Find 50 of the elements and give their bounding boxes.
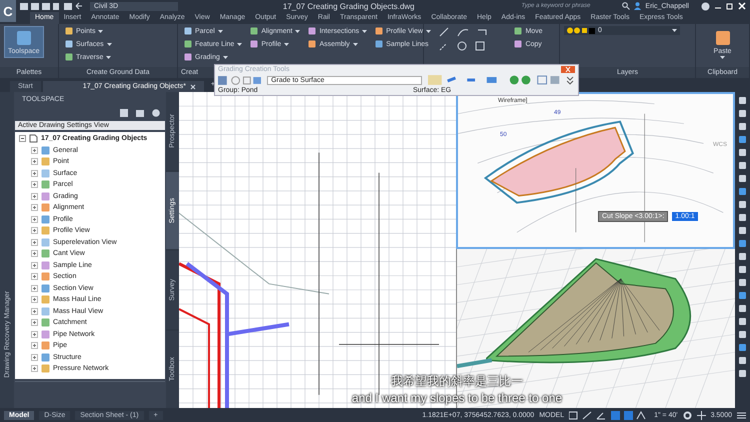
caret-icon xyxy=(672,29,677,32)
expand-icon[interactable] xyxy=(31,308,38,315)
app-logo[interactable]: C xyxy=(0,0,16,22)
caret-icon xyxy=(362,30,368,32)
expand-icon[interactable] xyxy=(31,181,38,188)
expand-icon[interactable] xyxy=(31,238,38,246)
toolspace-tool-icons[interactable] xyxy=(120,109,160,117)
collapse-icon[interactable] xyxy=(19,135,26,142)
expand-icon[interactable] xyxy=(31,354,38,361)
expand-icon[interactable] xyxy=(31,296,38,304)
expand-icon[interactable] xyxy=(31,250,38,258)
tool-icon xyxy=(714,29,732,47)
search-icon[interactable] xyxy=(622,2,630,10)
expand-icon[interactable] xyxy=(31,204,38,212)
grading-tool-icons[interactable] xyxy=(218,76,262,84)
expand-icon[interactable] xyxy=(31,216,38,223)
layer-state-icons xyxy=(567,27,595,34)
expand-icon[interactable] xyxy=(31,262,38,269)
expand-icon[interactable] xyxy=(31,342,38,350)
caret-icon xyxy=(98,30,104,32)
caret-icon xyxy=(218,30,223,32)
caret-icon xyxy=(720,56,725,59)
expand-icon[interactable] xyxy=(31,273,38,280)
expand-icon[interactable] xyxy=(31,158,38,166)
caret-icon xyxy=(352,42,358,46)
expand-icon[interactable] xyxy=(31,330,38,338)
caret-icon xyxy=(106,42,112,46)
subtitle-english: and I want my slopes to be three to one xyxy=(352,391,562,405)
caret-icon xyxy=(284,42,290,46)
caret-icon xyxy=(295,30,300,32)
grading-command-icons[interactable] xyxy=(428,75,576,85)
user-icon xyxy=(634,2,642,10)
expand-icon[interactable] xyxy=(31,319,38,326)
expand-icon[interactable] xyxy=(31,170,38,177)
caret-icon xyxy=(237,42,242,46)
expand-icon[interactable] xyxy=(31,146,38,154)
expand-icon[interactable] xyxy=(31,192,38,200)
caret-icon xyxy=(106,56,112,58)
tool-icon xyxy=(14,29,33,47)
menu-icon[interactable] xyxy=(737,410,746,420)
window-title: 17_07 Creating Grading Objects.dwg xyxy=(282,2,416,10)
expand-icon[interactable] xyxy=(31,365,38,372)
restore-icon[interactable] xyxy=(726,2,734,10)
caret-icon xyxy=(222,56,228,58)
expand-icon[interactable] xyxy=(31,227,38,234)
expand-icon[interactable] xyxy=(31,284,38,292)
subtitle-chinese: 我希望我的斜率是三比一 xyxy=(391,373,523,390)
close-icon[interactable] xyxy=(190,84,196,90)
caret-icon xyxy=(426,30,431,32)
plus-icon[interactable] xyxy=(696,410,706,420)
